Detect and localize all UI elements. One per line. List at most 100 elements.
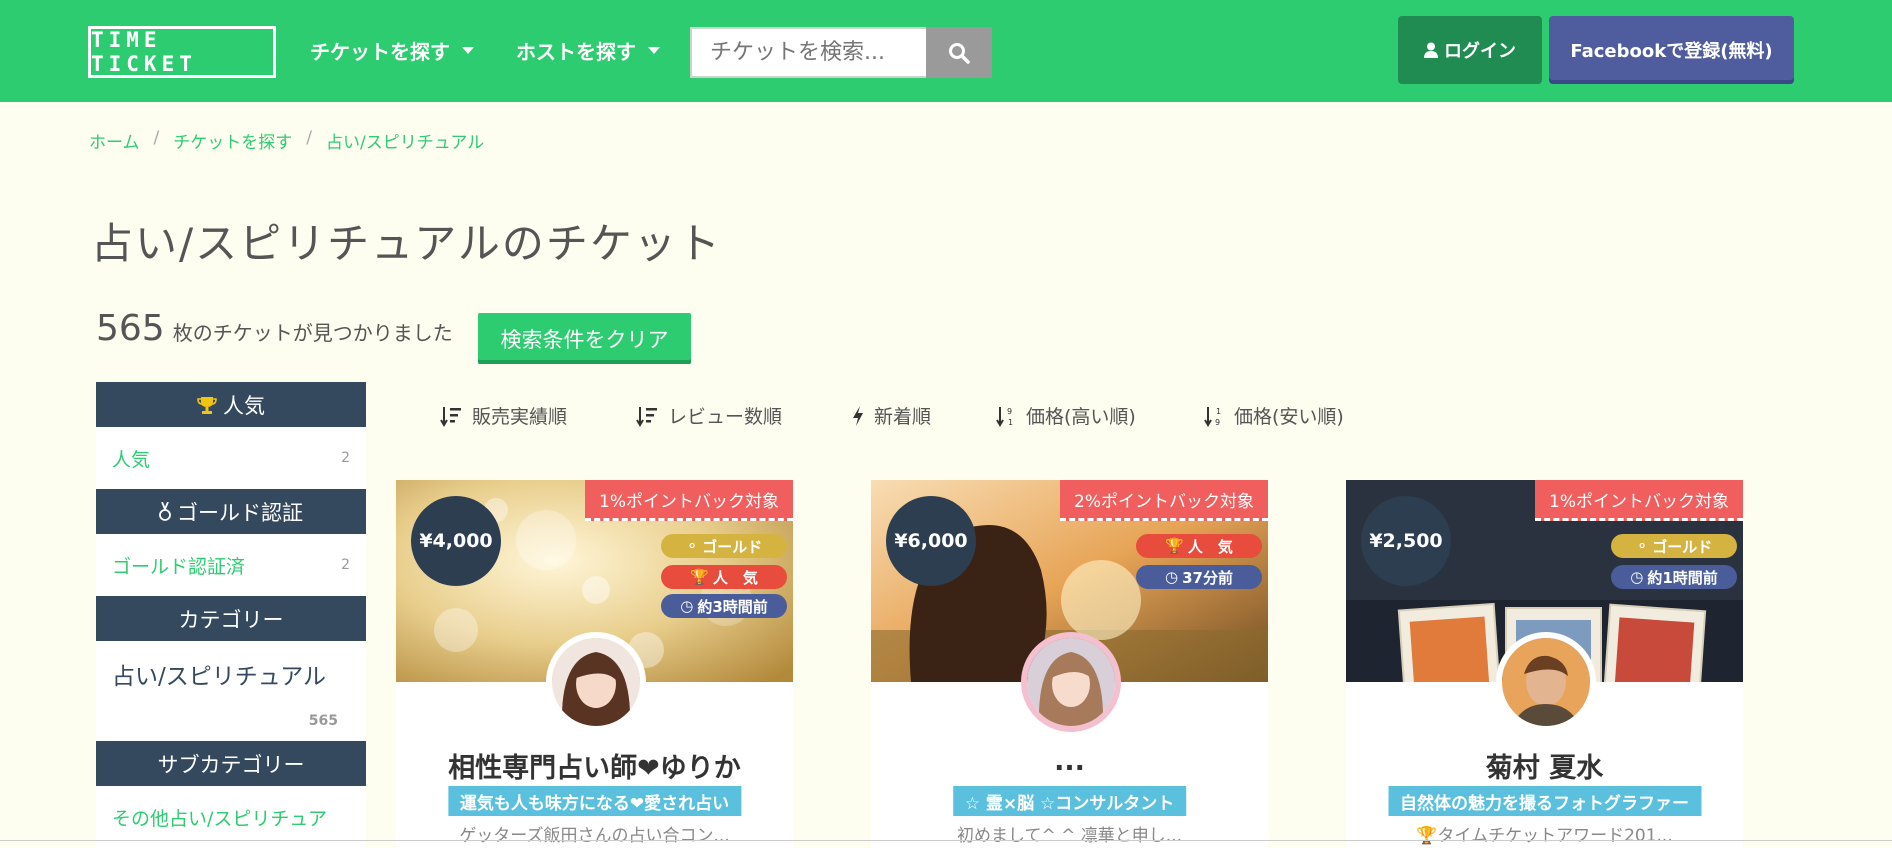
- facebook-register-button[interactable]: Facebookで登録(無料): [1549, 16, 1794, 84]
- login-button[interactable]: ログイン: [1398, 16, 1542, 84]
- breadcrumb-separator: /: [153, 128, 160, 148]
- host-tagline: 自然体の魅力を撮るフォトグラファー: [1388, 786, 1701, 816]
- sidebar-item-fortune-count: 565: [308, 713, 338, 729]
- clock-icon: ◷: [680, 597, 694, 615]
- sort-by-price-low-label: 価格(安い順): [1234, 406, 1344, 428]
- pointback-banner: 1%ポイントバック対象: [585, 480, 793, 521]
- ticket-description: 初めまして^ ^ 凛華と申し...: [957, 826, 1182, 846]
- breadcrumb: ホーム / チケットを探す / 占い/スピリチュアル: [89, 128, 484, 153]
- pointback-banner: 2%ポイントバック対象: [1060, 480, 1268, 521]
- host-avatar[interactable]: [1496, 632, 1596, 732]
- search-input[interactable]: [690, 27, 928, 78]
- price-badge: ¥6,000: [886, 496, 976, 586]
- sort-by-price-high-label: 価格(高い順): [1026, 406, 1136, 428]
- sidebar-popular-heading: 人気: [96, 382, 366, 427]
- popular-badge-label: 人 気: [712, 568, 758, 587]
- nav-find-hosts-label: ホストを探す: [516, 40, 636, 64]
- nav-find-hosts[interactable]: ホストを探す: [516, 36, 660, 65]
- sort-numeric-desc-icon: 9 1: [996, 406, 1013, 427]
- nav-find-tickets[interactable]: チケットを探す: [310, 36, 474, 65]
- sidebar-item-gold-label: ゴールド認証済: [112, 555, 246, 578]
- gold-badge: ⚬ ゴールド: [1611, 534, 1737, 558]
- trophy-icon: 🏆: [1416, 826, 1438, 846]
- chevron-down-icon: [462, 47, 474, 54]
- clock-icon: ◷: [1165, 568, 1179, 586]
- sort-by-newest[interactable]: 新着順: [852, 402, 931, 429]
- ticket-description: ゲッターズ飯田さんの占い合コン...: [459, 826, 730, 846]
- price-badge: ¥2,500: [1361, 496, 1451, 586]
- sort-by-sales-label: 販売実績順: [472, 406, 568, 428]
- search-button[interactable]: [926, 27, 992, 78]
- ticket-card[interactable]: 1%ポイントバック対象 ¥2,500 ⚬ ゴールド ◷ 約1時間前 菊村 夏水 …: [1346, 480, 1743, 848]
- sidebar-item-fortune-label: 占い/スピリチュアル: [112, 664, 327, 690]
- time-badge: ◷ 約1時間前: [1611, 565, 1737, 589]
- breadcrumb-current[interactable]: 占い/スピリチュアル: [326, 128, 484, 153]
- sidebar-category-heading: カテゴリー: [96, 596, 366, 641]
- gold-badge: ⚬ ゴールド: [661, 534, 787, 558]
- nav-find-tickets-label: チケットを探す: [310, 40, 450, 64]
- chevron-down-icon: [648, 47, 660, 54]
- host-avatar[interactable]: [546, 632, 646, 732]
- result-count-number: 565: [96, 308, 165, 349]
- sidebar-item-other-fortune-label: その他占い/スピリチュア: [112, 807, 328, 830]
- medal-icon: ⚬: [1635, 537, 1649, 555]
- popular-badge: 🏆 人 気: [1136, 534, 1262, 558]
- sort-by-price-high[interactable]: 9 1 価格(高い順): [996, 402, 1136, 429]
- breadcrumb-separator: /: [306, 128, 312, 148]
- breadcrumb-tickets[interactable]: チケットを探す: [173, 128, 292, 153]
- site-logo[interactable]: TIME TICKET: [88, 26, 276, 78]
- gold-badge-label: ゴールド: [1652, 537, 1713, 556]
- user-icon: [1424, 42, 1438, 58]
- sort-amount-desc-icon: [440, 406, 461, 427]
- sort-by-reviews-label: レビュー数順: [668, 406, 783, 428]
- sort-by-reviews[interactable]: レビュー数順: [636, 402, 782, 429]
- sidebar-item-fortune[interactable]: 占い/スピリチュアル 565: [96, 641, 366, 741]
- sidebar-item-other-fortune[interactable]: その他占い/スピリチュア: [96, 786, 366, 848]
- sort-amount-desc-icon: [636, 406, 657, 427]
- sidebar-item-gold-count: 2: [341, 557, 350, 573]
- login-label: ログイン: [1444, 41, 1516, 62]
- ticket-card[interactable]: 2%ポイントバック対象 ¥6,000 🏆 人 気 ◷ 37分前 ... ☆ 霊×…: [871, 480, 1268, 848]
- svg-text:1: 1: [1216, 407, 1221, 416]
- ticket-card[interactable]: 1%ポイントバック対象 ¥4,000 ⚬ ゴールド 🏆 人 気 ◷ 約3時間前 …: [396, 480, 793, 848]
- sidebar-gold-heading: ゴールド認証: [96, 489, 366, 534]
- result-count: 565 枚のチケットが見つかりました: [96, 308, 453, 349]
- medal-icon: [159, 501, 171, 521]
- trophy-icon: [197, 396, 217, 414]
- svg-text:9: 9: [1215, 418, 1220, 427]
- sort-by-price-low[interactable]: 1 9 価格(安い順): [1204, 402, 1344, 429]
- trophy-icon: 🏆: [690, 568, 709, 586]
- breadcrumb-home[interactable]: ホーム: [89, 128, 140, 153]
- sidebar-item-gold-verified[interactable]: ゴールド認証済 2: [96, 534, 366, 596]
- result-count-text: 枚のチケットが見つかりました: [172, 321, 453, 345]
- gold-badge-label: ゴールド: [702, 537, 763, 556]
- host-avatar[interactable]: [1021, 632, 1121, 732]
- sort-numeric-asc-icon: 1 9: [1204, 406, 1221, 427]
- top-header: TIME TICKET チケットを探す ホストを探す ログイン Facebook…: [0, 0, 1892, 102]
- host-tagline: 運気も人も味方になる❤愛され占い: [447, 786, 742, 816]
- sidebar-item-popular[interactable]: 人気 2: [96, 427, 366, 489]
- popular-badge: 🏆 人 気: [661, 565, 787, 589]
- clear-filters-button[interactable]: 検索条件をクリア: [478, 313, 691, 364]
- svg-text:9: 9: [1007, 407, 1012, 416]
- time-badge-label: 約3時間前: [697, 597, 768, 616]
- host-name: 相性専門占い師❤ゆりか: [448, 753, 741, 784]
- search-icon: [949, 42, 970, 64]
- host-name: 菊村 夏水: [1485, 753, 1604, 784]
- trophy-icon: 🏆: [1165, 537, 1184, 555]
- sort-by-newest-label: 新着順: [874, 406, 932, 428]
- time-badge: ◷ 約3時間前: [661, 594, 787, 618]
- time-badge-label: 37分前: [1182, 568, 1233, 587]
- page-title: 占い/スピリチュアルのチケット: [91, 219, 722, 268]
- sort-by-sales[interactable]: 販売実績順: [440, 402, 567, 429]
- sidebar-gold-heading-label: ゴールド認証: [177, 500, 303, 525]
- time-badge-label: 約1時間前: [1647, 568, 1718, 587]
- host-name: ...: [1054, 746, 1085, 777]
- ticket-description: 🏆タイムチケットアワード201...: [1346, 821, 1743, 846]
- sidebar-popular-heading-label: 人気: [223, 393, 265, 418]
- time-badge: ◷ 37分前: [1136, 565, 1262, 589]
- bolt-icon: [853, 405, 863, 426]
- page-divider: [0, 840, 1892, 841]
- price-badge: ¥4,000: [411, 496, 501, 586]
- filter-sidebar: 人気 人気 2 ゴールド認証 ゴールド認証済 2 カテゴリー 占い/スピリチュア…: [96, 382, 366, 848]
